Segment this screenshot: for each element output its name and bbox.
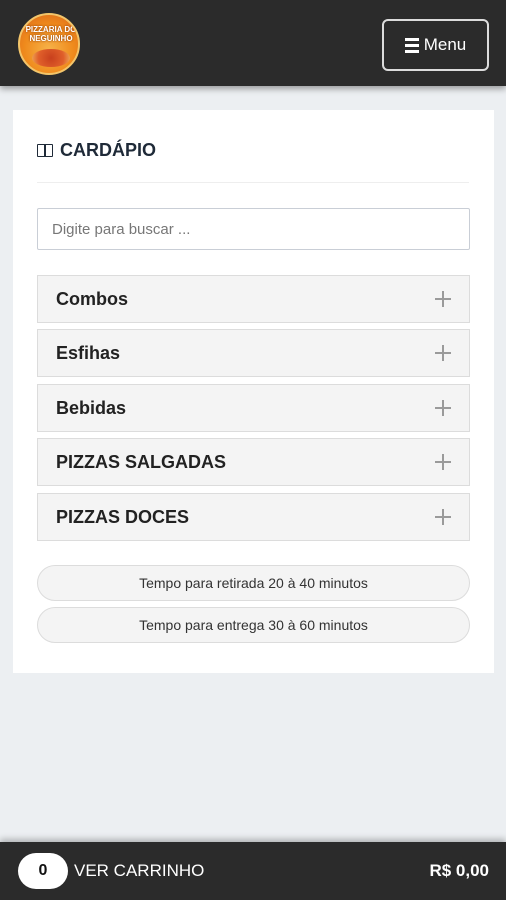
plus-icon — [435, 454, 451, 470]
pizzeria-logo[interactable]: PIZZARIA DO NEGUINHO — [18, 13, 80, 75]
category-label: Bebidas — [56, 397, 127, 418]
category-pizzas-salgadas[interactable]: PIZZAS SALGADAS — [37, 438, 470, 486]
category-label: PIZZAS SALGADAS — [56, 451, 227, 472]
category-bebidas[interactable]: Bebidas — [37, 384, 470, 432]
plus-icon — [435, 509, 451, 525]
view-cart-link[interactable]: VER CARRINHO — [74, 861, 204, 881]
menu-button[interactable]: Menu — [382, 19, 489, 71]
category-label: Esfihas — [56, 342, 121, 363]
menu-card: CARDÁPIO Combos Esfihas Bebidas PIZZAS S… — [13, 110, 494, 673]
cart-count-badge[interactable]: 0 — [18, 853, 68, 889]
category-combos[interactable]: Combos — [37, 275, 470, 323]
category-label: Combos — [56, 288, 128, 309]
category-esfihas[interactable]: Esfihas — [37, 329, 470, 377]
plus-icon — [435, 400, 451, 416]
delivery-time-info: Tempo para entrega 30 à 60 minutos — [37, 607, 470, 643]
plus-icon — [435, 345, 451, 361]
menu-button-label: Menu — [423, 35, 467, 54]
cart-bar: 0 VER CARRINHO R$ 0,00 — [0, 842, 506, 900]
book-icon — [37, 143, 53, 157]
logo-text: PIZZARIA DO NEGUINHO — [25, 25, 77, 43]
cart-total: R$ 0,00 — [429, 861, 489, 880]
page-title: CARDÁPIO — [37, 138, 156, 162]
hamburger-icon — [404, 37, 419, 53]
top-bar: PIZZARIA DO NEGUINHO Menu — [0, 0, 506, 86]
pizza-illustration — [32, 49, 70, 67]
plus-icon — [435, 291, 451, 307]
title-divider — [37, 182, 469, 183]
search-input[interactable] — [37, 208, 470, 250]
page-title-text: CARDÁPIO — [60, 139, 157, 160]
category-label: PIZZAS DOCES — [56, 506, 190, 527]
category-pizzas-doces[interactable]: PIZZAS DOCES — [37, 493, 470, 541]
pickup-time-info: Tempo para retirada 20 à 40 minutos — [37, 565, 470, 601]
